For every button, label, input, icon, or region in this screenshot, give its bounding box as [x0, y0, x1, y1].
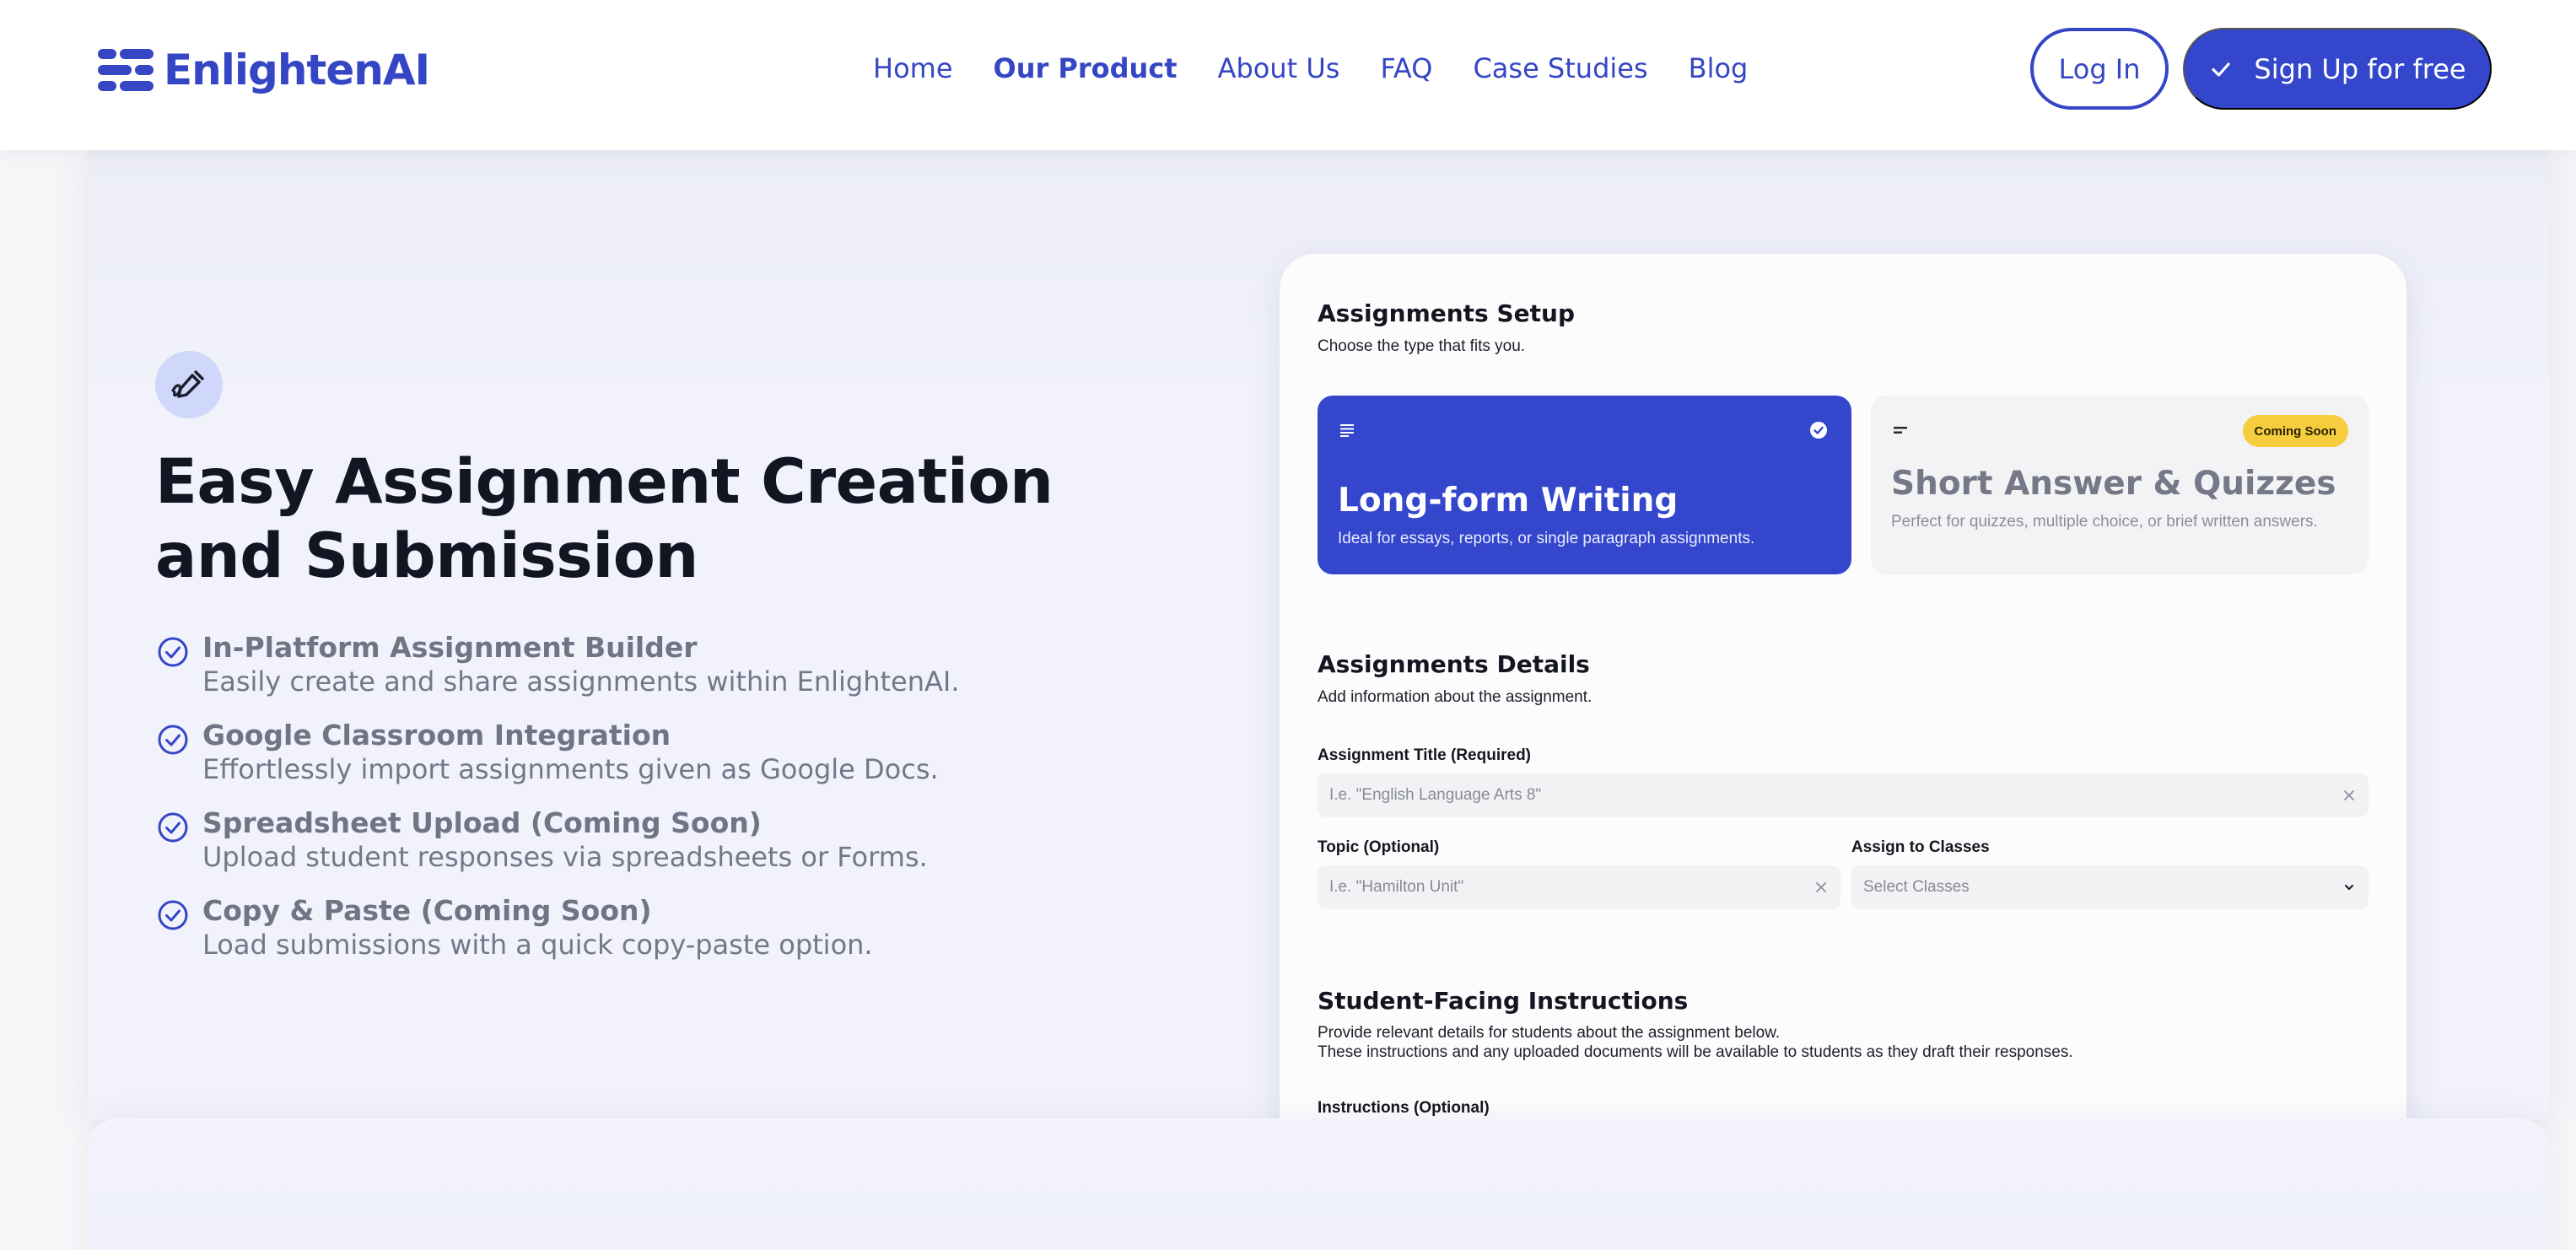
clear-icon[interactable]: [1813, 880, 1829, 895]
feature-hero-panel: Easy Assignment Creation and Submission …: [88, 150, 2549, 1120]
check-circle-icon: [158, 637, 188, 667]
nav-link-about-us[interactable]: About Us: [1218, 52, 1340, 84]
type-card-description: Perfect for quizzes, multiple choice, or…: [1891, 513, 2318, 531]
instructions-label: Instructions (Optional): [1318, 1099, 1490, 1117]
feature-title: Copy & Paste (Coming Soon): [202, 894, 652, 927]
signup-button-label: Sign Up for free: [2254, 52, 2466, 85]
feature-icon-badge: [155, 351, 223, 418]
logo-mark-icon: [98, 49, 154, 91]
brand-name: EnlightenAI: [164, 46, 430, 94]
topic-input[interactable]: [1329, 878, 1813, 897]
feature-item: Spreadsheet Upload (Coming Soon) Upload …: [155, 806, 1083, 894]
student-instructions-subtitle-1: Provide relevant details for students ab…: [1318, 1024, 1781, 1042]
nav-link-case-studies[interactable]: Case Studies: [1473, 52, 1647, 84]
check-circle-icon: [158, 812, 188, 843]
main-nav: Home Our Product About Us FAQ Case Studi…: [873, 47, 1748, 89]
nav-link-faq[interactable]: FAQ: [1380, 52, 1432, 84]
assignment-title-field: [1318, 773, 2369, 817]
student-instructions-title: Student-Facing Instructions: [1318, 987, 1689, 1015]
signup-button[interactable]: Sign Up for free: [2183, 28, 2492, 110]
feature-item: Google Classroom Integration Effortlessl…: [155, 719, 1083, 806]
login-button[interactable]: Log In: [2030, 28, 2169, 110]
feature-description: Upload student responses via spreadsheet…: [202, 841, 928, 873]
short-text-icon: [1894, 427, 1907, 434]
check-circle-icon: [158, 725, 188, 755]
top-navigation-bar: EnlightenAI Home Our Product About Us FA…: [0, 0, 2576, 150]
assignments-setup-title: Assignments Setup: [1318, 299, 1575, 327]
type-card-short-answer-quizzes: Coming Soon Short Answer & Quizzes Perfe…: [1871, 396, 2369, 574]
assign-classes-select[interactable]: Select Classes: [1851, 865, 2369, 909]
clear-icon[interactable]: [2342, 788, 2357, 803]
feature-title: Google Classroom Integration: [202, 719, 671, 752]
check-circle-icon: [158, 900, 188, 930]
text-align-icon: [1340, 424, 1354, 437]
assignments-setup-subtitle: Choose the type that fits you.: [1318, 337, 1526, 355]
feature-description: Load submissions with a quick copy-paste…: [202, 929, 873, 961]
student-instructions-subtitle-2: These instructions and any uploaded docu…: [1318, 1043, 2073, 1061]
assign-classes-label: Assign to Classes: [1851, 838, 1990, 856]
type-card-description: Ideal for essays, reports, or single par…: [1338, 530, 1755, 547]
topic-field: [1318, 865, 1840, 909]
assignments-details-subtitle: Add information about the assignment.: [1318, 688, 1592, 706]
feature-description: Effortlessly import assignments given as…: [202, 753, 939, 785]
type-card-title: Short Answer & Quizzes: [1891, 465, 2336, 503]
nav-link-home[interactable]: Home: [873, 52, 953, 84]
feature-list: In-Platform Assignment Builder Easily cr…: [155, 631, 1083, 982]
chevron-down-icon: [2345, 885, 2353, 890]
feature-description: Easily create and share assignments with…: [202, 665, 960, 698]
select-classes-value: Select Classes: [1863, 878, 1970, 896]
feature-title: In-Platform Assignment Builder: [202, 631, 698, 664]
assignment-setup-mockup: Assignments Setup Choose the type that f…: [1280, 254, 2406, 1120]
checkmark-icon: [2212, 62, 2231, 77]
topic-label: Topic (Optional): [1318, 838, 1440, 856]
brand-logo[interactable]: EnlightenAI: [98, 42, 430, 98]
nav-link-our-product[interactable]: Our Product: [994, 52, 1178, 84]
type-card-long-form-writing[interactable]: Long-form Writing Ideal for essays, repo…: [1318, 396, 1851, 574]
feature-item: In-Platform Assignment Builder Easily cr…: [155, 631, 1083, 719]
nav-link-blog[interactable]: Blog: [1689, 52, 1749, 84]
coming-soon-badge: Coming Soon: [2242, 415, 2348, 447]
assignments-details-title: Assignments Details: [1318, 650, 1590, 678]
pen-icon: [171, 370, 204, 398]
assignment-title-label: Assignment Title (Required): [1318, 746, 1532, 764]
assignment-title-input[interactable]: [1329, 786, 2342, 805]
hero-title: Easy Assignment Creation and Submission: [155, 446, 1054, 592]
feature-item: Copy & Paste (Coming Soon) Load submissi…: [155, 894, 1083, 982]
feature-title: Spreadsheet Upload (Coming Soon): [202, 806, 762, 839]
selected-check-icon: [1810, 422, 1827, 439]
next-section-panel: [88, 1118, 2549, 1250]
type-card-title: Long-form Writing: [1338, 482, 1679, 520]
